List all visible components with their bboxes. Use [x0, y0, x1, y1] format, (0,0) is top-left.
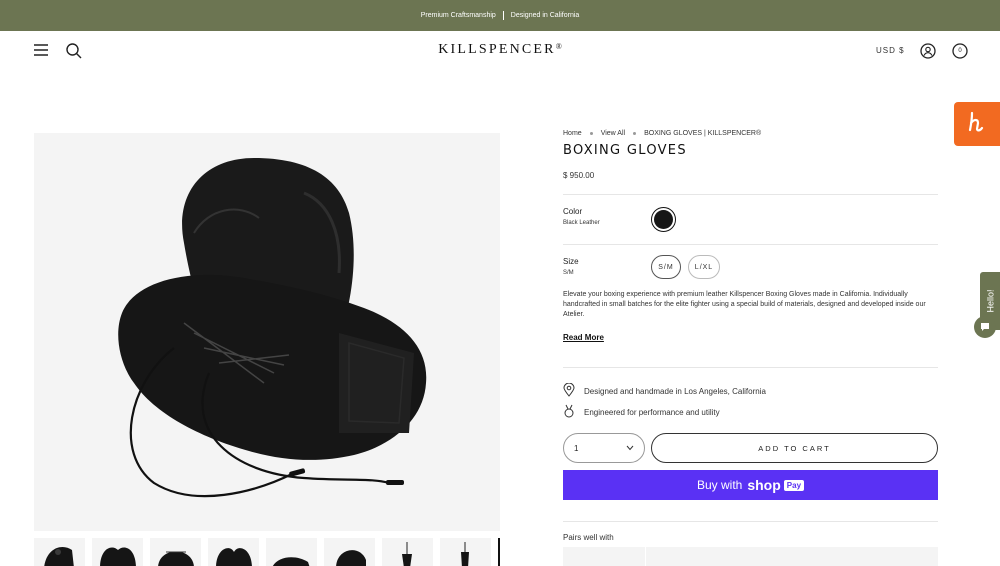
- product-main-image[interactable]: [34, 133, 500, 531]
- logo-registered-mark: ®: [555, 42, 562, 51]
- feature-performance-text: Engineered for performance and utility: [584, 407, 720, 417]
- thumbnail-1[interactable]: [34, 538, 85, 566]
- medal-icon: [563, 404, 577, 420]
- thumbnail-3[interactable]: [150, 538, 201, 566]
- location-pin-icon: [563, 382, 577, 399]
- thumbnail-9[interactable]: [498, 538, 500, 566]
- divider: [563, 521, 938, 522]
- thumbnail-2[interactable]: [92, 538, 143, 566]
- quantity-select[interactable]: 1: [563, 433, 645, 463]
- color-swatch-black-leather[interactable]: [651, 207, 676, 232]
- product-info: Home View All BOXING GLOVES | KILLSPENCE…: [563, 130, 938, 180]
- thumbnail-4[interactable]: [208, 538, 259, 566]
- feature-handmade-text: Designed and handmade in Los Angeles, Ca…: [584, 386, 766, 396]
- pay-badge: Pay: [783, 479, 805, 491]
- announcement-bar: Premium Craftsmanship Designed in Califo…: [0, 0, 1000, 31]
- buy-with-shop-pay-button[interactable]: Buy with shop Pay: [563, 470, 938, 500]
- size-sm-button[interactable]: S/M: [651, 255, 681, 279]
- boxing-gloves-image: [118, 158, 427, 498]
- pairs-well-with-heading: Pairs well with: [563, 533, 614, 542]
- announcement-divider: [502, 11, 504, 20]
- site-logo[interactable]: KILLSPENCER®: [0, 42, 1000, 58]
- add-to-cart-button[interactable]: ADD TO CART: [651, 433, 938, 463]
- site-header: KILLSPENCER® USD $ 0: [0, 31, 1000, 71]
- currency-selector[interactable]: USD $: [876, 46, 905, 55]
- announcement-designed: Designed in California: [510, 12, 580, 19]
- breadcrumb-home[interactable]: Home: [563, 130, 582, 137]
- divider: [563, 194, 938, 195]
- hello-tab-label: Hello!: [985, 289, 996, 313]
- size-option: Size S/M: [563, 257, 579, 276]
- cart-count: 0: [958, 48, 962, 54]
- feature-performance: Engineered for performance and utility: [563, 404, 720, 420]
- breadcrumb: Home View All BOXING GLOVES | KILLSPENCE…: [563, 130, 938, 137]
- color-option: Color Black Leather: [563, 207, 600, 226]
- pairs-well-with-card[interactable]: [563, 547, 938, 566]
- announcement-craftsmanship: Premium Craftsmanship: [420, 12, 496, 19]
- feature-handmade: Designed and handmade in Los Angeles, Ca…: [563, 382, 766, 399]
- shop-wordmark: shop: [747, 477, 781, 493]
- logo-text: KILLSPENCER: [438, 42, 556, 57]
- account-icon[interactable]: [919, 42, 937, 60]
- quantity-value: 1: [574, 443, 579, 453]
- breadcrumb-separator: [633, 132, 637, 135]
- cart-icon[interactable]: 0: [951, 42, 969, 60]
- buy-with-label: Buy with: [696, 478, 743, 492]
- breadcrumb-view-all[interactable]: View All: [601, 130, 625, 137]
- h-logo-icon: [966, 111, 988, 138]
- thumbnail-7[interactable]: [382, 538, 433, 566]
- chevron-down-icon: [626, 444, 634, 453]
- chat-icon[interactable]: [974, 316, 996, 338]
- product-title: BOXING GLOVES: [563, 143, 687, 158]
- color-value: Black Leather: [563, 220, 600, 226]
- divider: [563, 367, 938, 368]
- product-description: Elevate your boxing experience with prem…: [563, 291, 926, 318]
- thumbnail-5[interactable]: [266, 538, 317, 566]
- divider: [563, 244, 938, 245]
- size-label: Size: [563, 257, 579, 266]
- product-price: $ 950.00: [563, 171, 595, 180]
- thumbnail-8[interactable]: [440, 538, 491, 566]
- size-value: S/M: [563, 270, 574, 276]
- color-label: Color: [563, 207, 583, 216]
- breadcrumb-separator: [589, 132, 593, 135]
- breadcrumb-current: BOXING GLOVES | KILLSPENCER®: [644, 130, 762, 137]
- size-lxl-button[interactable]: L/XL: [688, 255, 720, 279]
- read-more-link[interactable]: Read More: [563, 333, 604, 342]
- product-thumbnails: [34, 538, 500, 566]
- pair-card-divider: [645, 547, 646, 566]
- swatch-fill: [654, 210, 673, 229]
- h-badge-widget[interactable]: [954, 102, 1000, 146]
- thumbnail-6[interactable]: [324, 538, 375, 566]
